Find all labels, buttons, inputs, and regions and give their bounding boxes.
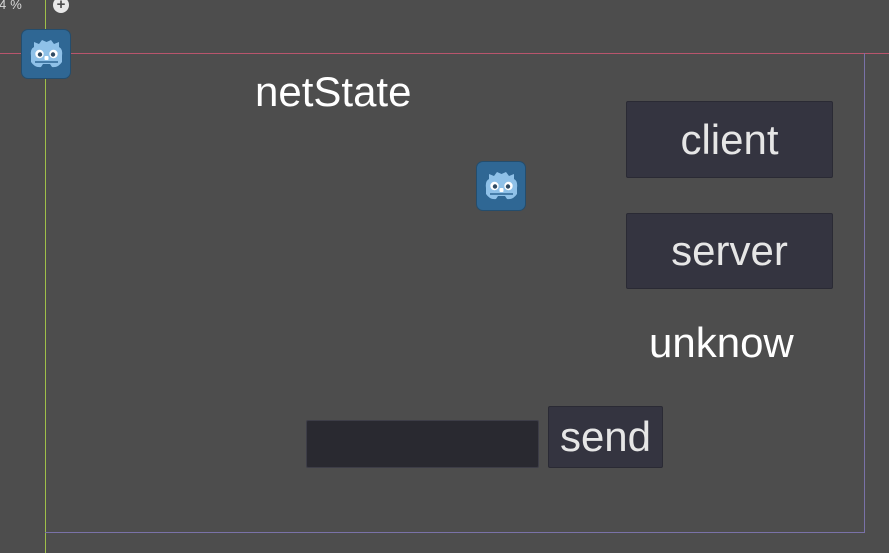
net-state-title-label: netState xyxy=(255,68,412,115)
zoom-level-label: 4 % xyxy=(0,0,23,12)
message-input[interactable] xyxy=(306,420,539,468)
godot-robot-icon xyxy=(485,172,518,200)
zoom-in-icon[interactable]: + xyxy=(53,0,69,13)
client-button[interactable]: client xyxy=(626,101,833,178)
godot-icon[interactable] xyxy=(476,161,526,211)
canvas-viewport[interactable]: 4 % + netState client server unknow send xyxy=(0,0,889,553)
connection-status-label: unknow xyxy=(649,319,794,366)
godot-robot-icon xyxy=(30,40,63,68)
server-button[interactable]: server xyxy=(626,213,833,289)
godot-icon[interactable] xyxy=(21,29,71,79)
send-button[interactable]: send xyxy=(548,406,663,468)
